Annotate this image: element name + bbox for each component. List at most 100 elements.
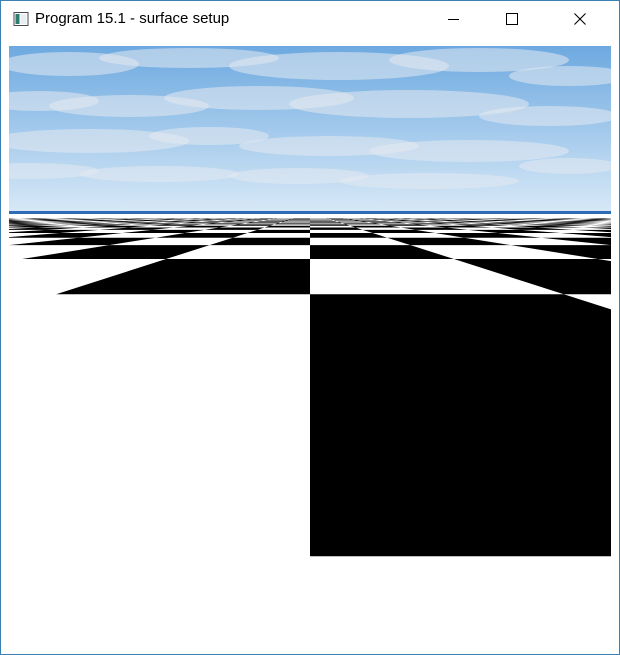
floor-tile (310, 220, 338, 222)
floor-tile (9, 227, 83, 230)
floor-tile (82, 225, 150, 228)
floor-tile (400, 227, 469, 230)
floor-tile (600, 223, 611, 224)
floor-tile (9, 220, 32, 221)
title-bar[interactable]: Program 15.1 - surface setup (1, 1, 619, 37)
floor-tile (545, 222, 601, 224)
floor-tile (310, 294, 611, 557)
floor-tile (342, 223, 382, 225)
floor-tile (9, 221, 40, 223)
floor-tile (406, 223, 453, 225)
floor-tile (264, 225, 310, 228)
app-window: Program 15.1 - surface setup (0, 0, 620, 655)
floor-tile (221, 221, 256, 223)
floor-tile (45, 221, 94, 223)
window-title: Program 15.1 - surface setup (35, 10, 230, 27)
scene-canvas (9, 46, 611, 557)
floor-tile (9, 225, 70, 228)
floor-tile (337, 221, 369, 223)
floor-tile (104, 221, 148, 223)
floor-tile (155, 233, 248, 238)
floor-tile (595, 224, 611, 226)
floor-tile (149, 224, 203, 226)
floor-tile (468, 229, 561, 234)
floor-tile (147, 220, 186, 222)
floor-tile (509, 220, 554, 222)
floor-tile (60, 223, 117, 225)
floor-tile (510, 225, 583, 228)
floor-tile (362, 229, 436, 234)
floor-tile (310, 233, 388, 238)
floor-tile (9, 224, 60, 226)
floor-tile (9, 223, 52, 225)
cloud (339, 173, 519, 189)
floor-tile (607, 221, 611, 222)
floor-tile (445, 221, 487, 223)
floor-tile (285, 220, 310, 221)
floor-tile (379, 220, 410, 221)
floor-tile (333, 220, 360, 221)
floor-tile (426, 220, 460, 221)
floor-tile (52, 222, 105, 224)
floor-tile (35, 220, 78, 221)
floor-tile (56, 259, 311, 295)
floor-tile (391, 221, 428, 223)
floor-tile (573, 229, 611, 233)
horizon-line (9, 211, 611, 214)
floor-tile (310, 227, 363, 230)
floor-tile (499, 221, 546, 223)
floor-tile (510, 245, 611, 260)
floor-tile (553, 221, 604, 223)
floor-tile (491, 227, 574, 230)
close-button[interactable] (541, 1, 619, 37)
cloud (369, 140, 569, 162)
floor-tile (560, 233, 611, 238)
minimize-icon (448, 19, 459, 20)
floor-tile (229, 224, 275, 226)
floor-tile (541, 237, 611, 246)
floor-tile (93, 220, 136, 222)
floor-tile (209, 237, 310, 246)
floor-tile (519, 220, 560, 221)
cloud (79, 166, 239, 182)
floor-tile (609, 220, 611, 222)
floor-tile (39, 220, 86, 222)
render-viewport[interactable] (9, 46, 611, 647)
floor-tile (387, 237, 511, 246)
floor-tile (603, 222, 611, 223)
floor-tile (559, 220, 608, 222)
floor-tile (69, 224, 132, 226)
floor-tile (486, 222, 536, 224)
floor-tile (173, 225, 230, 228)
floor-tile (9, 220, 36, 222)
floor-tile (381, 224, 431, 226)
checkerboard-floor (9, 218, 611, 557)
floor-tile (201, 220, 236, 222)
floor-tile (280, 221, 310, 223)
minimize-button[interactable] (425, 1, 483, 37)
floor-tile (181, 222, 222, 224)
floor-tile (472, 220, 510, 221)
floor-tile (359, 220, 392, 222)
floor-tile (99, 227, 174, 230)
floor-tile (255, 220, 286, 222)
floor-tile (310, 222, 343, 224)
floor-tile (202, 223, 246, 225)
floor-tile (235, 220, 264, 221)
floor-tile (582, 227, 611, 230)
floor-tile (427, 222, 472, 224)
floor-tile (368, 222, 407, 224)
floor-tile (565, 220, 610, 221)
floor-tile (310, 245, 454, 260)
floor-tile (453, 259, 611, 295)
floor-tile (590, 225, 611, 227)
floor-tile (245, 222, 281, 224)
floor-tile (163, 221, 202, 223)
maximize-button[interactable] (483, 1, 541, 37)
floor-tile (409, 220, 446, 222)
floor-tile (247, 229, 310, 234)
floor-tile (131, 223, 181, 225)
floor-tile (471, 223, 525, 225)
floor-tile (452, 224, 511, 226)
floor-tile (350, 225, 401, 228)
